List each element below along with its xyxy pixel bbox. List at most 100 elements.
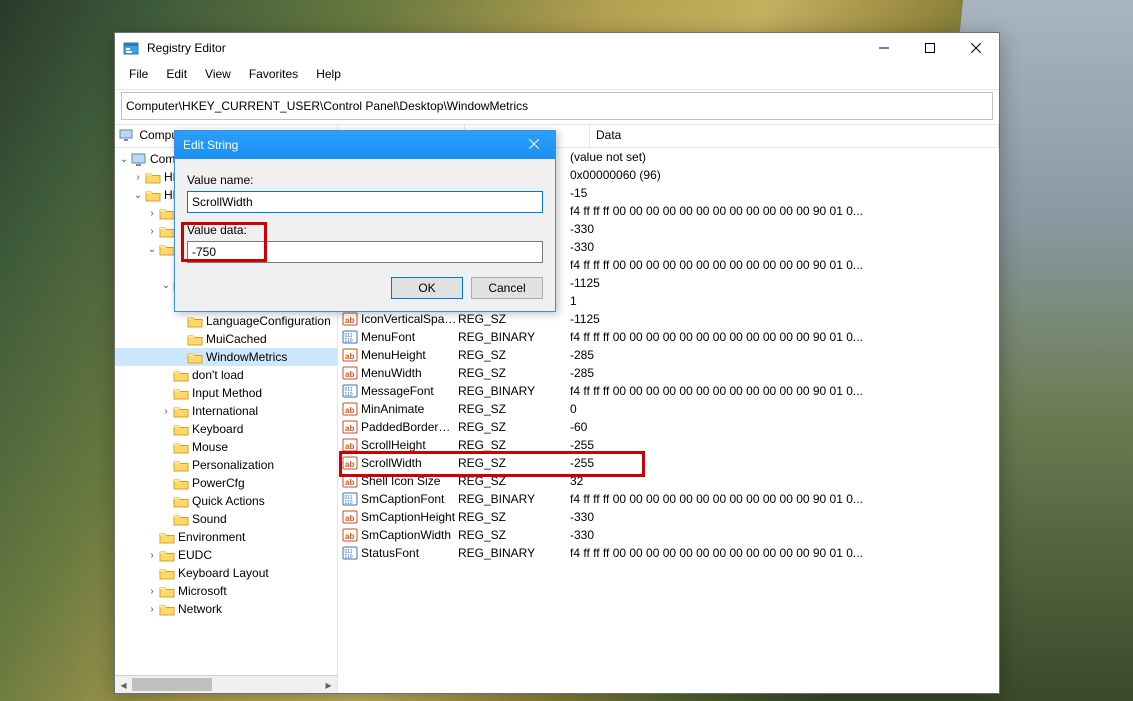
list-row[interactable]: abSmCaptionWidthREG_SZ-330 <box>338 526 999 544</box>
cell-data: 0x00000060 (96) <box>570 168 999 182</box>
tree-item[interactable]: Keyboard <box>115 420 337 438</box>
cell-type: REG_SZ <box>458 528 570 542</box>
tree-item[interactable]: PowerCfg <box>115 474 337 492</box>
tree-item[interactable]: Input Method <box>115 384 337 402</box>
folder-icon <box>173 494 189 508</box>
value-name-input[interactable] <box>187 191 543 213</box>
list-row[interactable]: 011110MenuFontREG_BINARYf4 ff ff ff 00 0… <box>338 328 999 346</box>
column-data[interactable]: Data <box>590 125 999 147</box>
svg-text:ab: ab <box>345 532 354 541</box>
tree-item-label: Keyboard Layout <box>178 566 269 580</box>
minimize-button[interactable] <box>861 33 907 63</box>
list-row[interactable]: 011110SmCaptionFontREG_BINARYf4 ff ff ff… <box>338 490 999 508</box>
folder-icon <box>173 476 189 490</box>
cell-data: -330 <box>570 528 999 542</box>
cell-type: REG_SZ <box>458 474 570 488</box>
dialog-titlebar[interactable]: Edit String <box>175 131 555 159</box>
expand-toggle[interactable]: › <box>131 172 145 183</box>
list-row[interactable]: abMinAnimateREG_SZ0 <box>338 400 999 418</box>
reg-string-icon: ab <box>342 401 358 417</box>
expand-toggle[interactable]: ⌄ <box>117 154 131 165</box>
tree-item[interactable]: LanguageConfiguration <box>115 312 337 330</box>
list-row[interactable]: abScrollWidthREG_SZ-255 <box>338 454 999 472</box>
cell-name: MinAnimate <box>361 402 458 416</box>
folder-icon <box>187 332 203 346</box>
list-row[interactable]: abSmCaptionHeightREG_SZ-330 <box>338 508 999 526</box>
scroll-left-icon[interactable]: ◂ <box>115 676 132 693</box>
list-row[interactable]: abMenuWidthREG_SZ-285 <box>338 364 999 382</box>
tree-item-label: Input Method <box>192 386 262 400</box>
cell-type: REG_SZ <box>458 366 570 380</box>
list-row[interactable]: abMenuHeightREG_SZ-285 <box>338 346 999 364</box>
tree-item[interactable]: MuiCached <box>115 330 337 348</box>
cell-data: 1 <box>570 294 999 308</box>
svg-text:ab: ab <box>345 316 354 325</box>
computer-icon <box>131 152 147 166</box>
tree-item-label: Mouse <box>192 440 228 454</box>
cancel-button[interactable]: Cancel <box>471 277 543 299</box>
tree-item[interactable]: ›International <box>115 402 337 420</box>
list-row[interactable]: abPaddedBorderW...REG_SZ-60 <box>338 418 999 436</box>
expand-toggle[interactable]: › <box>145 586 159 597</box>
list-row[interactable]: abShell Icon SizeREG_SZ32 <box>338 472 999 490</box>
menu-file[interactable]: File <box>121 65 156 85</box>
folder-icon <box>173 404 189 418</box>
list-row[interactable]: abIconVerticalSpac...REG_SZ-1125 <box>338 310 999 328</box>
tree-item[interactable]: WindowMetrics <box>115 348 337 366</box>
cell-data: -60 <box>570 420 999 434</box>
tree-item[interactable]: Mouse <box>115 438 337 456</box>
tree-item[interactable]: Sound <box>115 510 337 528</box>
ok-button[interactable]: OK <box>391 277 463 299</box>
expand-toggle[interactable]: › <box>145 550 159 561</box>
maximize-button[interactable] <box>907 33 953 63</box>
menu-help[interactable]: Help <box>308 65 349 85</box>
tree-item[interactable]: ›Network <box>115 600 337 618</box>
menu-favorites[interactable]: Favorites <box>241 65 306 85</box>
folder-icon <box>187 350 203 364</box>
list-row[interactable]: abScrollHeightREG_SZ-255 <box>338 436 999 454</box>
tree-item[interactable]: Quick Actions <box>115 492 337 510</box>
address-bar[interactable]: Computer\HKEY_CURRENT_USER\Control Panel… <box>121 92 993 120</box>
reg-string-icon: ab <box>342 509 358 525</box>
tree-item[interactable]: ›Microsoft <box>115 582 337 600</box>
menu-view[interactable]: View <box>197 65 239 85</box>
value-data-input[interactable] <box>187 241 543 263</box>
regedit-icon <box>123 40 139 56</box>
cell-data: f4 ff ff ff 00 00 00 00 00 00 00 00 00 0… <box>570 384 999 398</box>
reg-binary-icon: 011110 <box>342 383 358 399</box>
cell-data: -1125 <box>570 312 999 326</box>
tree-item[interactable]: don't load <box>115 366 337 384</box>
reg-binary-icon: 011110 <box>342 491 358 507</box>
scroll-thumb[interactable] <box>132 678 212 691</box>
expand-toggle[interactable]: ⌄ <box>159 280 173 291</box>
svg-text:110: 110 <box>345 500 353 506</box>
cell-name: IconVerticalSpac... <box>361 312 458 326</box>
tree-item[interactable]: Environment <box>115 528 337 546</box>
list-row[interactable]: 011110StatusFontREG_BINARYf4 ff ff ff 00… <box>338 544 999 562</box>
expand-toggle[interactable]: › <box>145 226 159 237</box>
address-text: Computer\HKEY_CURRENT_USER\Control Panel… <box>126 99 528 113</box>
tree-item-label: EUDC <box>178 548 212 562</box>
tree-item[interactable]: › EUDC <box>115 546 337 564</box>
expand-toggle[interactable]: ⌄ <box>145 244 159 255</box>
dialog-close-button[interactable] <box>521 138 547 152</box>
expand-toggle[interactable]: › <box>159 406 173 417</box>
scroll-right-icon[interactable]: ▸ <box>320 676 337 693</box>
svg-text:110: 110 <box>345 554 353 560</box>
expand-toggle[interactable]: ⌄ <box>131 190 145 201</box>
dialog-title: Edit String <box>183 138 521 152</box>
list-row[interactable]: 011110MessageFontREG_BINARYf4 ff ff ff 0… <box>338 382 999 400</box>
window-title: Registry Editor <box>147 41 861 55</box>
menu-edit[interactable]: Edit <box>158 65 195 85</box>
svg-text:ab: ab <box>345 460 354 469</box>
expand-toggle[interactable]: › <box>145 604 159 615</box>
close-button[interactable] <box>953 33 999 63</box>
cell-name: ScrollHeight <box>361 438 458 452</box>
titlebar[interactable]: Registry Editor <box>115 33 999 63</box>
expand-toggle[interactable]: › <box>145 208 159 219</box>
cell-data: -285 <box>570 348 999 362</box>
tree-item[interactable]: Keyboard Layout <box>115 564 337 582</box>
tree-horizontal-scrollbar[interactable]: ◂ ▸ <box>115 675 337 693</box>
svg-text:ab: ab <box>345 370 354 379</box>
tree-item[interactable]: Personalization <box>115 456 337 474</box>
